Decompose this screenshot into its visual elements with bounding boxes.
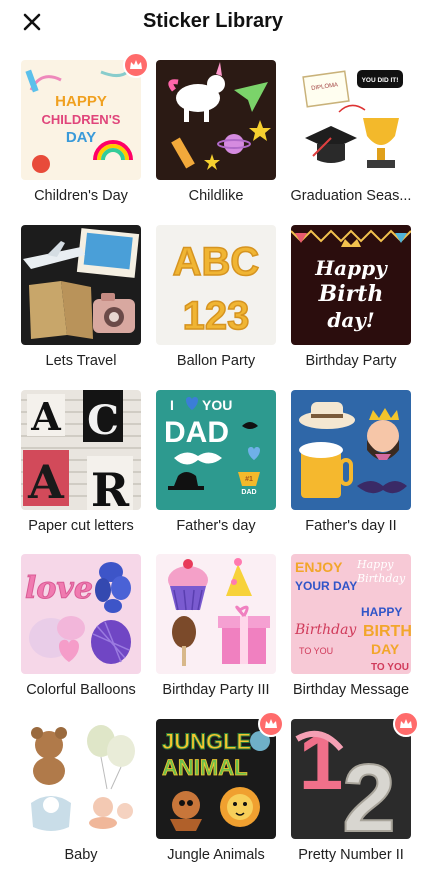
sticker-card-graduation-season[interactable]: DIPLOMA YOU DID IT! Graduation Seas... <box>291 60 411 220</box>
svg-text:DAY: DAY <box>371 641 400 657</box>
sticker-card-pretty-number-ii[interactable]: 1 2 Pretty Number II <box>291 711 419 869</box>
sticker-label: Lets Travel <box>45 353 117 369</box>
sticker-thumbnail: ENJOY YOUR DAY Happy Birthday Birthday H… <box>291 554 411 674</box>
sticker-label: Jungle Animals <box>167 847 265 863</box>
svg-text:Birthday: Birthday <box>356 572 406 585</box>
sticker-label: Birthday Party III <box>162 682 270 698</box>
svg-text:love: love <box>25 571 93 606</box>
sticker-label: Father's day II <box>305 518 397 534</box>
sticker-thumbnail: JUNGLE ANIMAL <box>156 719 276 839</box>
sticker-card-ballon-party[interactable]: ABC 123 Ballon Party <box>156 225 276 385</box>
svg-text:A: A <box>30 394 61 439</box>
sticker-card-birthday-message[interactable]: ENJOY YOUR DAY Happy Birthday Birthday H… <box>291 554 411 714</box>
sticker-thumbnail <box>21 719 141 839</box>
sticker-label: Children's Day <box>34 188 128 204</box>
svg-text:TO YOU: TO YOU <box>299 646 333 656</box>
sticker-card-baby[interactable]: Baby <box>21 719 141 869</box>
sticker-thumbnail <box>21 225 141 345</box>
svg-text:DAD: DAD <box>164 416 229 449</box>
sticker-card-birthday-party[interactable]: Happy Birth day! Birthday Party <box>291 225 411 385</box>
sticker-label: Colorful Balloons <box>26 682 136 698</box>
svg-text:JUNGLE: JUNGLE <box>162 729 251 754</box>
sticker-label: Pretty Number II <box>298 847 404 863</box>
sticker-label: Childlike <box>188 188 244 204</box>
svg-text:Happy: Happy <box>314 256 388 280</box>
svg-text:YOUR DAY: YOUR DAY <box>295 579 357 593</box>
page-title: Sticker Library <box>142 10 284 32</box>
sticker-card-birthday-party-iii[interactable]: Birthday Party III <box>156 554 276 714</box>
svg-text:CHILDREN'S: CHILDREN'S <box>42 112 121 127</box>
premium-crown-badge <box>123 52 149 78</box>
sticker-card-lets-travel[interactable]: Lets Travel <box>21 225 141 385</box>
header-bar: Sticker Library <box>0 0 426 46</box>
sticker-label: Father's day <box>176 518 256 534</box>
sticker-card-jungle-animals[interactable]: JUNGLE ANIMAL Jungle Animals <box>156 711 284 869</box>
sticker-card-childlike[interactable]: Childlike <box>156 60 276 220</box>
sticker-card-paper-cut-letters[interactable]: A C A R Paper cut letters <box>21 390 141 550</box>
sticker-card-colorful-balloons[interactable]: love Colorful Balloons <box>21 554 141 714</box>
svg-text:day!: day! <box>327 308 374 332</box>
svg-text:DAY: DAY <box>66 129 96 146</box>
svg-text:#1: #1 <box>245 476 253 483</box>
sticker-label: Birthday Message <box>292 682 410 698</box>
svg-text:BIRTH: BIRTH <box>363 623 411 640</box>
sticker-thumbnail: HAPPY CHILDREN'S DAY <box>21 60 141 180</box>
svg-text:I: I <box>170 397 174 413</box>
sticker-label: Graduation Seas... <box>290 188 412 204</box>
crown-icon <box>130 60 142 69</box>
svg-text:ENJOY: ENJOY <box>295 559 343 575</box>
crown-icon <box>400 719 412 728</box>
sticker-thumbnail: 1 2 <box>291 719 411 839</box>
svg-text:ABC: ABC <box>173 240 260 284</box>
svg-text:HAPPY: HAPPY <box>361 605 402 619</box>
svg-text:Birth: Birth <box>318 281 384 307</box>
sticker-label: Baby <box>64 847 98 863</box>
svg-text:TO YOU: TO YOU <box>371 662 409 673</box>
svg-text:A: A <box>27 455 65 509</box>
svg-text:R: R <box>91 463 130 510</box>
svg-text:DAD: DAD <box>241 489 256 496</box>
svg-text:YOU DID IT!: YOU DID IT! <box>362 77 399 84</box>
sticker-thumbnail: Happy Birth day! <box>291 225 411 345</box>
svg-text:Happy: Happy <box>356 558 394 571</box>
sticker-label: Birthday Party <box>305 353 397 369</box>
svg-text:ANIMAL: ANIMAL <box>162 755 248 780</box>
sticker-thumbnail <box>156 554 276 674</box>
sticker-thumbnail: love <box>21 554 141 674</box>
sticker-label: Ballon Party <box>176 353 256 369</box>
sticker-card-fathers-day[interactable]: I YOU DAD #1 DAD Father's day <box>156 390 276 550</box>
sticker-thumbnail: A C A R <box>21 390 141 510</box>
svg-text:YOU: YOU <box>202 397 232 413</box>
sticker-thumbnail: I YOU DAD #1 DAD <box>156 390 276 510</box>
crown-icon <box>265 719 277 728</box>
sticker-thumbnail: ABC 123 <box>156 225 276 345</box>
premium-crown-badge <box>393 711 419 737</box>
svg-text:2: 2 <box>342 745 395 839</box>
sticker-card-fathers-day-ii[interactable]: Father's day II <box>291 390 411 550</box>
svg-text:123: 123 <box>183 294 250 338</box>
svg-text:HAPPY: HAPPY <box>55 93 107 110</box>
premium-crown-badge <box>258 711 284 737</box>
svg-text:Birthday: Birthday <box>294 622 357 638</box>
sticker-thumbnail <box>291 390 411 510</box>
sticker-card-childrens-day[interactable]: HAPPY CHILDREN'S DAY Children's Day <box>21 52 149 220</box>
svg-text:C: C <box>87 397 119 444</box>
sticker-thumbnail: DIPLOMA YOU DID IT! <box>291 60 411 180</box>
sticker-label: Paper cut letters <box>28 518 134 534</box>
sticker-thumbnail <box>156 60 276 180</box>
